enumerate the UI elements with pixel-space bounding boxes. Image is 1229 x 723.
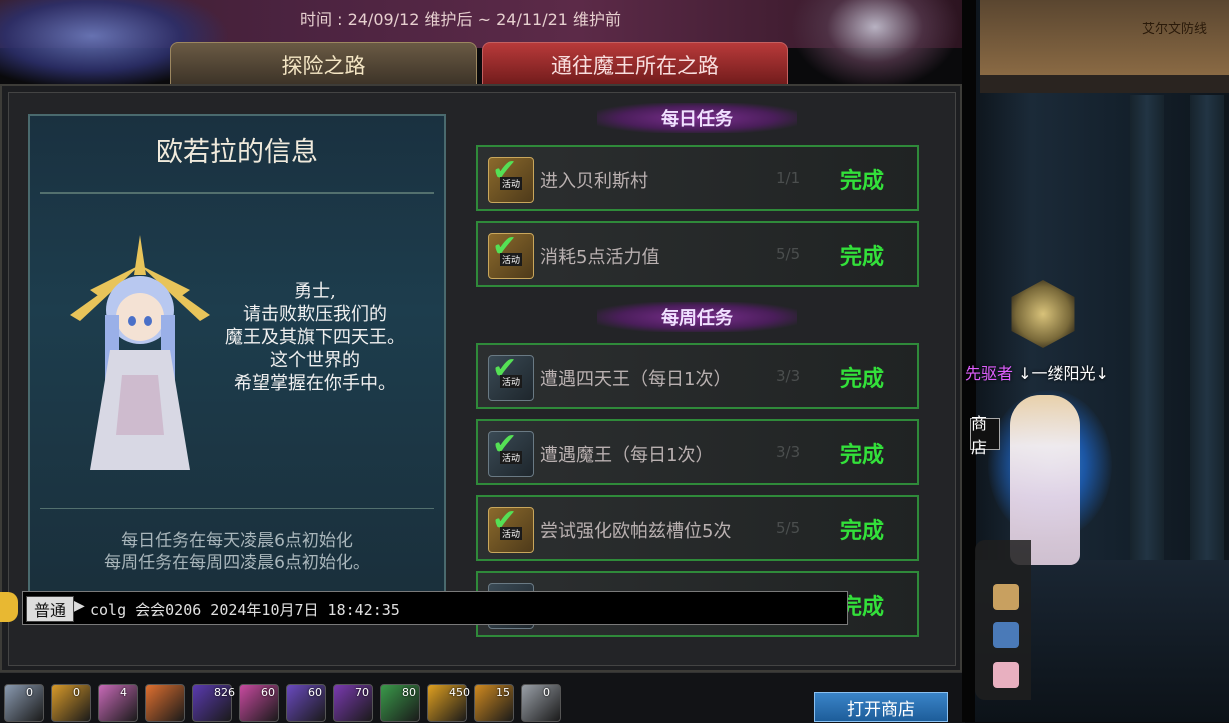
chat-message: colg 会会0206 2024年10月7日 18:42:35 [90,601,400,619]
quest-event-tag: 活动 [500,253,523,266]
daily-reset-note: 每日任务在每天凌晨6点初始化 [121,531,353,551]
quest-progress: 3/3 [776,443,801,461]
quick-slot-count: 4 [120,686,127,699]
info-title: 欧若拉的信息 [156,137,318,168]
quest-progress: 1/1 [776,169,801,187]
quick-slot-item[interactable] [4,684,44,722]
quick-slot-count: 826 [214,686,235,699]
quick-slot-item[interactable] [51,684,91,722]
quick-slot-count: 450 [449,686,470,699]
side-dock [975,540,1031,700]
quote-line: 请击败欺压我们的 [243,304,387,325]
reset-notes: 每日任务在每天凌晨6点初始化 每周任务在每周四凌晨6点初始化。 [40,530,434,574]
quest-status: 完成 [840,245,885,270]
quest-progress: 3/3 [776,367,801,385]
quick-slot-count: 60 [261,686,275,699]
quest-status: 完成 [840,519,885,544]
info-divider [40,192,434,194]
quest-name: 遭遇四天王（每日1次） [540,369,732,390]
quick-slot-count: 0 [543,686,550,699]
daily-missions-header: 每日任务 [597,103,797,133]
quick-slot-count: 0 [73,686,80,699]
quest-name: 进入贝利斯村 [540,171,648,192]
quote-line: 魔王及其旗下四天王。 [225,327,405,348]
quest-progress: 5/5 [776,519,801,537]
quick-slot-count: 60 [308,686,322,699]
quest-name: 消耗5点活力值 [540,247,660,268]
chat-channel-button[interactable]: 普通 [26,596,74,622]
quest-status: 完成 [840,443,885,468]
quick-slot-item[interactable] [145,684,185,722]
quest-row: ✔ 活动 遭遇四天王（每日1次） 3/3 完成 [476,343,919,409]
quest-status: 完成 [840,367,885,392]
chat-emote-icon[interactable] [0,592,18,622]
open-shop-button[interactable]: 打开商店 [814,692,948,722]
menu-icon[interactable] [993,622,1019,648]
event-period: 时间 : 24/09/12 维护后 ~ 24/11/21 维护前 [300,10,622,29]
quest-notice-icon[interactable] [993,584,1019,610]
player-title: 先驱者 [965,364,1014,383]
quote-line: 这个世界的 [270,350,360,371]
shop-sign[interactable]: 商店 [970,414,1000,457]
quest-event-tag: 活动 [500,177,523,190]
quest-event-tag: 活动 [500,451,523,464]
player-nameplate: 先驱者 ↓一缕阳光↓ [965,360,1109,384]
chat-channel-arrow-icon[interactable]: ▶ [74,598,85,614]
aurora-quote: 勇士, 请击败欺压我们的 魔王及其旗下四天王。 这个世界的 希望掌握在你手中。 [195,280,435,395]
quick-slot-item[interactable] [521,684,561,722]
quest-name: 尝试强化欧帕兹槽位5次 [540,521,732,542]
tab-adventure-road[interactable]: 探险之路 [170,42,477,88]
quest-name: 遭遇魔王（每日1次） [540,445,714,466]
quest-row: ✔ 活动 尝试强化欧帕兹槽位5次 5/5 完成 [476,495,919,561]
minimap-strip [980,75,1229,93]
quick-slot-count: 70 [355,686,369,699]
quick-slot-count: 80 [402,686,416,699]
banner-art-right [790,0,960,90]
weekly-missions-header: 每周任务 [597,302,797,332]
quest-event-tag: 活动 [500,527,523,540]
quest-row: ✔ 活动 进入贝利斯村 1/1 完成 [476,145,919,211]
quote-line: 希望掌握在你手中。 [234,373,396,394]
quick-slot-item[interactable] [98,684,138,722]
info-bottom-divider [40,508,434,509]
quest-row: ✔ 活动 消耗5点活力值 5/5 完成 [476,221,919,287]
quest-status: 完成 [840,169,885,194]
character-avatar-icon[interactable] [993,662,1019,688]
area-name: 艾尔文防线 [1142,22,1208,37]
quote-line: 勇士, [294,281,336,302]
quest-progress: 5/5 [776,245,801,263]
quick-slot-count: 0 [26,686,33,699]
quick-slot-count: 15 [496,686,510,699]
player-name: ↓一缕阳光↓ [1018,364,1109,383]
area-map[interactable] [980,0,1229,77]
quest-row: ✔ 活动 遭遇魔王（每日1次） 3/3 完成 [476,419,919,485]
tab-demon-king-road[interactable]: 通往魔王所在之路 [482,42,788,88]
quest-event-tag: 活动 [500,375,523,388]
weekly-reset-note: 每周任务在每周四凌晨6点初始化。 [104,553,370,573]
